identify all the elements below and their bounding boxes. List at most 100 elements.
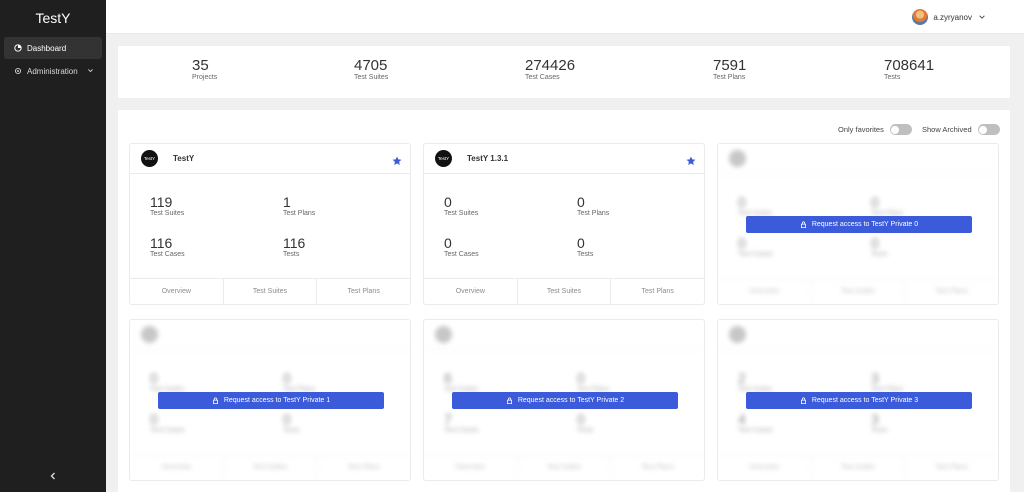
metric-test-suites: 6 Test Suites (444, 370, 479, 393)
metric-value: 4 (738, 411, 746, 427)
card-header (424, 320, 704, 350)
test-plans-link: Test Plans (935, 288, 968, 295)
metric-test-plans: 1 Test Plans (283, 194, 315, 217)
metric-tests: 3 Tests (871, 411, 888, 434)
project-logo: TestY (435, 150, 452, 167)
metric-value: 3 (871, 411, 879, 427)
metric-label: Test Plans (577, 210, 610, 217)
project-card[interactable]: TestY TestY 119 Test Suites 1 Test Plans… (129, 143, 411, 305)
metric-test-suites: 0 Test Suites (738, 194, 773, 217)
sidebar-item-administration[interactable]: Administration (4, 60, 102, 82)
request-access-label: Request access to TestY Private 0 (811, 221, 919, 228)
lock-icon (800, 397, 807, 405)
metric-value: 0 (738, 235, 746, 251)
stat-value: 35 (192, 57, 209, 74)
metric-tests: 0 Tests (577, 235, 593, 258)
sidebar-item-label: Dashboard (27, 43, 67, 53)
metric-test-cases: 7 Test Cases (444, 411, 479, 434)
stat-projects: 35 Projects (192, 57, 218, 82)
toggle-switch[interactable] (977, 124, 1000, 135)
metric-test-plans: 0 Test Plans (577, 370, 610, 393)
stat-value: 274426 (525, 57, 576, 74)
request-access-button[interactable]: Request access to TestY Private 1 (158, 392, 384, 409)
project-logo: TestY (141, 150, 158, 167)
star-icon[interactable] (686, 153, 696, 165)
chevron-down-icon (87, 67, 94, 74)
metric-value: 0 (577, 235, 585, 251)
metric-test-plans: 0 Test Plans (283, 370, 316, 393)
chevron-left-icon (48, 468, 58, 485)
sidebar-item-label: Administration (27, 66, 78, 76)
only-favorites-toggle[interactable]: Only favorites (838, 124, 912, 135)
card-header (718, 320, 998, 350)
collapse-sidebar-button[interactable] (0, 468, 106, 486)
project-logo (141, 326, 158, 343)
test-plans-link: Test Plans (347, 464, 380, 471)
test-plans-link: Test Plans (641, 464, 674, 471)
card-header (130, 320, 410, 350)
metric-value: 0 (577, 411, 585, 427)
request-access-button[interactable]: Request access to TestY Private 2 (452, 392, 678, 409)
project-logo (729, 326, 746, 343)
sidebar-item-dashboard[interactable]: Dashboard (4, 37, 102, 59)
project-card[interactable]: TestY TestY 1.3.1 0 Test Suites 0 Test P… (423, 143, 705, 305)
metric-test-cases: 0 Test Cases (150, 411, 185, 434)
stat-label: Projects (192, 74, 218, 81)
metric-value: 0 (283, 370, 291, 386)
star-icon[interactable] (392, 153, 402, 165)
test-plans-link[interactable]: Test Plans (317, 279, 410, 304)
card-footer: Overview Test Suites Test Plans (130, 454, 410, 480)
request-access-button[interactable]: Request access to TestY Private 0 (746, 216, 972, 233)
metric-test-suites: 0 Test Suites (444, 194, 478, 217)
test-suites-link[interactable]: Test Suites (518, 279, 612, 304)
metric-value: 0 (444, 194, 452, 210)
project-title[interactable]: TestY (173, 154, 194, 163)
overview-link: Overview (718, 455, 812, 480)
metric-value: 0 (150, 411, 158, 427)
metric-test-cases: 0 Test Cases (738, 235, 773, 258)
test-suites-link: Test Suites (812, 279, 906, 304)
metric-value: 119 (150, 194, 173, 210)
card-footer: Overview Test Suites Test Plans (424, 278, 704, 304)
metric-test-plans: 3 Test Plans (871, 370, 904, 393)
test-plans-link[interactable]: Test Plans (611, 279, 704, 304)
toggle-switch[interactable] (889, 124, 912, 135)
toggle-label: Show Archived (922, 125, 972, 134)
card-footer: Overview Test Suites Test Plans (424, 454, 704, 480)
stat-test-cases: 274426 Test Cases (525, 57, 576, 82)
user-menu[interactable]: a.zyryanov (912, 9, 986, 25)
stats-bar: 35 Projects 4705 Test Suites 274426 Test… (118, 46, 1010, 98)
card-footer: Overview Test Suites Test Plans (718, 278, 998, 304)
metric-value: 0 (283, 411, 291, 427)
stat-value: 7591 (713, 57, 747, 74)
metric-value: 116 (150, 235, 173, 251)
private-project-card: 2 Test Suites 3 Test Plans 4 Test Cases 3 Te… (717, 319, 999, 481)
projects-panel: Only favorites Show Archived TestY TestY… (118, 110, 1010, 492)
metric-test-suites: 0 Test Suites (150, 370, 185, 393)
gear-icon (14, 67, 22, 75)
stat-label: Test Suites (354, 74, 389, 81)
metric-test-suites: 119 Test Suites (150, 194, 184, 217)
metric-value: 1 (283, 194, 291, 210)
avatar (912, 9, 929, 25)
stat-value: 708641 (884, 57, 935, 74)
metric-label: Test Suites (150, 210, 185, 217)
metric-test-plans: 0 Test Plans (871, 194, 904, 217)
metric-value: 0 (577, 194, 585, 210)
overview-link[interactable]: Overview (130, 279, 224, 304)
project-title[interactable]: TestY 1.3.1 (467, 154, 508, 163)
metric-test-cases: 0 Test Cases (444, 235, 479, 258)
metric-label: Tests (577, 251, 594, 258)
stat-test-plans: 7591 Test Plans (713, 57, 747, 82)
test-suites-link: Test Suites (224, 455, 318, 480)
test-suites-link[interactable]: Test Suites (224, 279, 318, 304)
overview-link[interactable]: Overview (424, 279, 518, 304)
metric-value: 2 (738, 370, 746, 386)
metric-value: 0 (871, 235, 879, 251)
request-access-button[interactable]: Request access to TestY Private 3 (746, 392, 972, 409)
test-suites-link: Test Suites (812, 455, 906, 480)
metric-value: 0 (738, 194, 746, 210)
show-archived-toggle[interactable]: Show Archived (922, 124, 1000, 135)
metric-value: 7 (444, 411, 452, 427)
toggle-label: Only favorites (838, 125, 884, 134)
